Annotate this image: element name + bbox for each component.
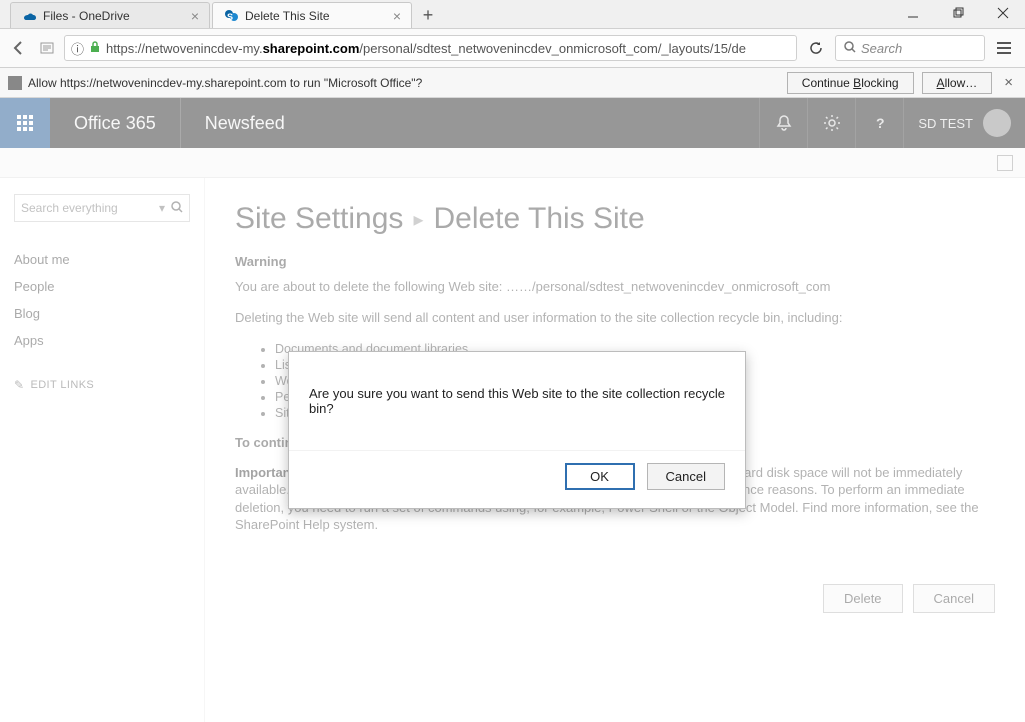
svg-text:?: ? [876,115,885,131]
lock-icon [90,41,100,56]
user-name: SD TEST [918,116,973,131]
svg-text:S: S [227,12,233,22]
nav-apps[interactable]: Apps [14,327,190,354]
nav-people[interactable]: People [14,273,190,300]
delete-button[interactable]: Delete [823,584,903,613]
browser-tab-strip: Files - OneDrive × S Delete This Site × … [0,0,1025,28]
site-title[interactable]: Newsfeed [181,113,309,134]
onedrive-icon [21,8,37,24]
o365-suite-bar: Office 365 Newsfeed ? SD TEST [0,98,1025,148]
infobar-message: Allow https://netwovenincdev-my.sharepoi… [28,76,422,90]
url-text: https://netwovenincdev-my.sharepoint.com… [106,41,746,56]
search-go-icon[interactable] [171,201,183,216]
plugin-icon [8,76,22,90]
dialog-message: Are you sure you want to send this Web s… [289,352,745,450]
site-info-icon[interactable]: ⓘ [71,39,84,58]
edit-links-label: EDIT LINKS [30,379,94,391]
infobar-close-icon[interactable]: × [1000,74,1017,91]
warning-heading: Warning [235,254,995,269]
breadcrumb-root[interactable]: Site Settings [235,202,403,236]
waffle-icon [17,115,33,131]
browser-tab-label: Delete This Site [245,9,330,23]
address-toolbar: ⓘ https://netwovenincdev-my.sharepoint.c… [0,28,1025,68]
nav-blog[interactable]: Blog [14,300,190,327]
pencil-icon: ✎ [14,378,24,392]
reload-button[interactable] [803,35,829,61]
user-menu[interactable]: SD TEST [903,98,1025,148]
search-icon [844,41,856,56]
ribbon-bar [0,148,1025,178]
search-placeholder: Search everything [21,201,118,215]
dialog-cancel-button[interactable]: Cancel [647,463,725,490]
deleting-text: Deleting the Web site will send all cont… [235,310,995,327]
reader-mode-icon[interactable] [36,37,58,59]
window-close[interactable] [980,0,1025,25]
nav-about-me[interactable]: About me [14,246,190,273]
dialog-ok-button[interactable]: OK [565,463,635,490]
sharepoint-icon: S [223,8,239,24]
brand-label[interactable]: Office 365 [50,98,181,148]
app-launcher-button[interactable] [0,98,50,148]
search-scope-dropdown-icon[interactable]: ▾ [159,201,165,215]
search-placeholder: Search [861,41,902,56]
notifications-button[interactable] [759,98,807,148]
browser-tab-sharepoint[interactable]: S Delete This Site × [212,2,412,28]
about-to-text: You are about to delete the following We… [235,279,995,296]
browser-tab-label: Files - OneDrive [43,9,130,23]
browser-search-box[interactable]: Search [835,35,985,61]
back-button[interactable] [8,37,30,59]
close-tab-icon[interactable]: × [393,8,401,24]
breadcrumb: Site Settings ▸ Delete This Site [235,202,995,236]
close-tab-icon[interactable]: × [191,8,199,24]
allow-button[interactable]: Allow… [922,72,993,94]
plugin-permission-infobar: Allow https://netwovenincdev-my.sharepoi… [0,68,1025,98]
address-bar[interactable]: ⓘ https://netwovenincdev-my.sharepoint.c… [64,35,797,61]
chevron-right-icon: ▸ [413,207,423,232]
site-search-box[interactable]: Search everything ▾ [14,194,190,222]
confirm-dialog: Are you sure you want to send this Web s… [288,351,746,509]
window-restore[interactable] [935,0,980,25]
new-tab-button[interactable]: + [414,2,442,28]
cancel-button[interactable]: Cancel [913,584,995,613]
browser-tab-onedrive[interactable]: Files - OneDrive × [10,2,210,28]
continue-blocking-button[interactable]: Continue Blocking [787,72,914,94]
settings-button[interactable] [807,98,855,148]
browser-menu-button[interactable] [991,35,1017,61]
focus-content-icon[interactable] [997,155,1013,171]
edit-links-button[interactable]: ✎ EDIT LINKS [14,378,190,392]
left-navigation: Search everything ▾ About me People Blog… [0,178,205,722]
help-button[interactable]: ? [855,98,903,148]
window-minimize[interactable] [890,0,935,25]
avatar [983,109,1011,137]
breadcrumb-current: Delete This Site [433,202,644,236]
